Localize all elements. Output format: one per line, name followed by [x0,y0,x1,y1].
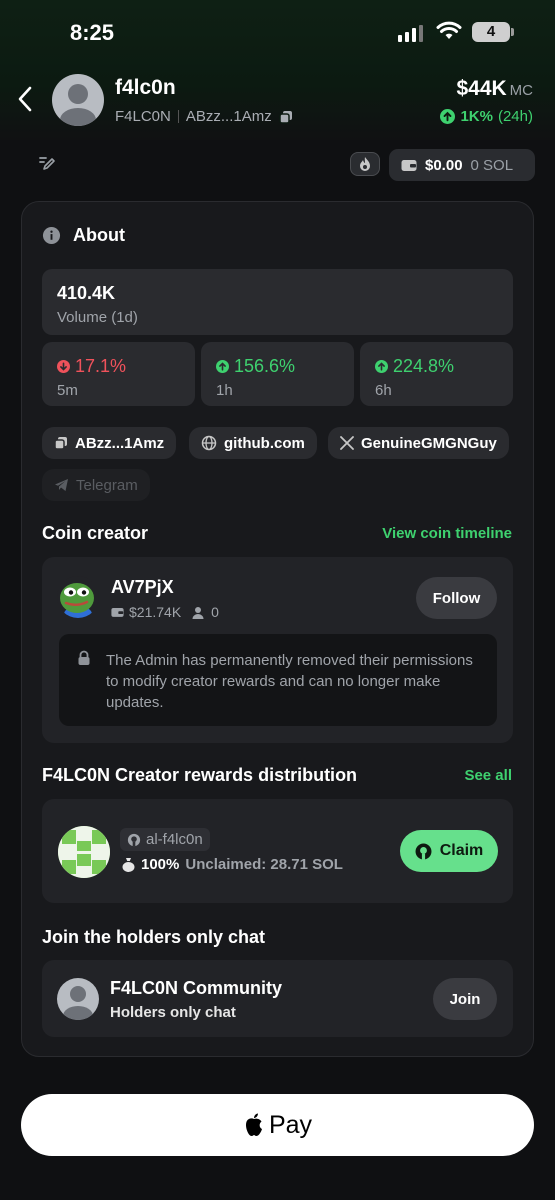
cellular-signal-icon [398,22,423,42]
copy-icon [54,437,67,450]
website-text: github.com [224,434,305,452]
arrow-up-circle-icon [375,360,388,373]
change-tile-6h: 224.8% 6h [360,342,513,406]
change-6h: 224.8% [375,356,454,377]
change-5m: 17.1% [57,356,126,377]
coin-creator-title: Coin creator [42,523,149,543]
creator-name: AV7PjX [111,577,174,597]
reward-share: 100% [141,856,180,873]
reward-share-line: 100% Unclaimed: 28.71 SOL [122,856,343,873]
pay-label: Pay [268,1110,313,1139]
about-title: About [73,225,125,245]
community-avatar [57,978,99,1020]
arrow-down-circle-icon [57,360,70,373]
follow-button[interactable]: Follow [416,577,497,619]
apple-pay-button[interactable]: Pay [21,1094,534,1156]
github-icon [127,833,141,846]
money-bag-icon [122,858,135,872]
change-1h-timeframe: 1h [216,382,233,399]
contract-address-text: ABzz...1Amz [75,434,165,452]
github-icon [415,843,432,859]
globe-icon [201,435,217,451]
coin-name: f4lc0n [115,76,176,99]
admin-notice-text: The Admin has permanently removed their … [106,652,473,711]
price-change-period: (24h) [497,108,533,125]
wifi-icon [436,21,462,39]
change-tile-5m: 17.1% 5m [42,342,195,406]
claim-button[interactable]: Claim [400,830,498,872]
back-chevron-icon[interactable] [14,84,36,114]
telegram-icon [55,479,68,491]
github-user: al-f4lc0n [146,831,203,848]
website-pill[interactable]: github.com [189,427,317,459]
status-bar: 8:25 4 [0,0,555,60]
github-identicon-avatar [58,826,110,878]
unclaimed-amount: Unclaimed: 28.71 SOL [185,856,343,873]
community-subtitle: Holders only chat [110,1004,236,1021]
battery-tip [511,28,514,36]
price-change: 1K% (24h) [440,108,533,125]
change-6h-timeframe: 6h [375,382,392,399]
arrow-up-circle-icon [216,360,229,373]
arrow-up-circle-icon [440,109,456,124]
apple-logo-icon [245,1113,262,1136]
see-all-link[interactable]: See all [464,767,512,784]
divider [177,110,179,123]
price-change-value: 1K% [460,108,493,125]
join-button[interactable]: Join [433,978,497,1020]
wallet-icon [401,160,417,171]
copy-icon[interactable] [278,110,293,124]
telegram-pill: Telegram [42,469,150,501]
coin-avatar [52,74,104,126]
market-cap-value: $44K [456,77,507,100]
wallet-balance: $0.00 [425,156,463,174]
creator-avatar [57,576,99,618]
change-5m-value: 17.1% [75,356,127,376]
person-icon [192,606,204,619]
github-user-chip: al-f4lc0n [120,828,210,851]
creator-followers: 0 [211,604,219,620]
twitter-pill[interactable]: GenuineGMGNGuy [328,427,509,459]
volume-value: 410.4K [57,283,116,303]
change-6h-value: 224.8% [393,356,455,376]
rewards-title: F4LC0N Creator rewards distribution [42,765,358,785]
quick-edit-icon[interactable] [38,155,56,171]
x-logo-icon [340,436,354,450]
wallet-balance-button[interactable]: $0.00 0 SOL [389,149,535,181]
status-time: 8:25 [70,20,115,45]
change-1h-value: 156.6% [234,356,296,376]
change-5m-timeframe: 5m [57,382,78,399]
battery-indicator: 4 [472,22,510,42]
info-icon [42,226,61,245]
change-tile-1h: 156.6% 1h [201,342,354,406]
wallet-icon [111,607,124,617]
claim-label: Claim [439,842,484,859]
volume-tile: 410.4K Volume (1d) [42,269,513,335]
coin-subtitle: F4LC0N ABzz...1Amz [115,108,293,125]
flame-icon [360,157,370,171]
twitter-text: GenuineGMGNGuy [361,434,497,452]
market-cap-unit: MC [509,82,533,99]
lock-icon [78,650,90,665]
creator-holdings: $21.74K [129,604,182,620]
contract-address-pill[interactable]: ABzz...1Amz [42,427,177,459]
community-name: F4LC0N Community [110,978,283,998]
admin-notice: The Admin has permanently removed their … [59,634,497,726]
market-cap: $44K MC [456,77,533,101]
telegram-text: Telegram [76,476,138,494]
coin-address: ABzz...1Amz [185,108,272,125]
about-heading: About [42,225,125,246]
change-1h: 156.6% [216,356,295,377]
view-coin-timeline-link[interactable]: View coin timeline [382,525,512,542]
priority-fee-button[interactable] [350,152,380,176]
coin-ticker: F4LC0N [115,108,171,125]
wallet-sol: 0 SOL [470,156,514,174]
holders-chat-title: Join the holders only chat [42,927,266,947]
volume-label: Volume (1d) [57,309,138,326]
creator-meta: $21.74K 0 [111,604,219,620]
